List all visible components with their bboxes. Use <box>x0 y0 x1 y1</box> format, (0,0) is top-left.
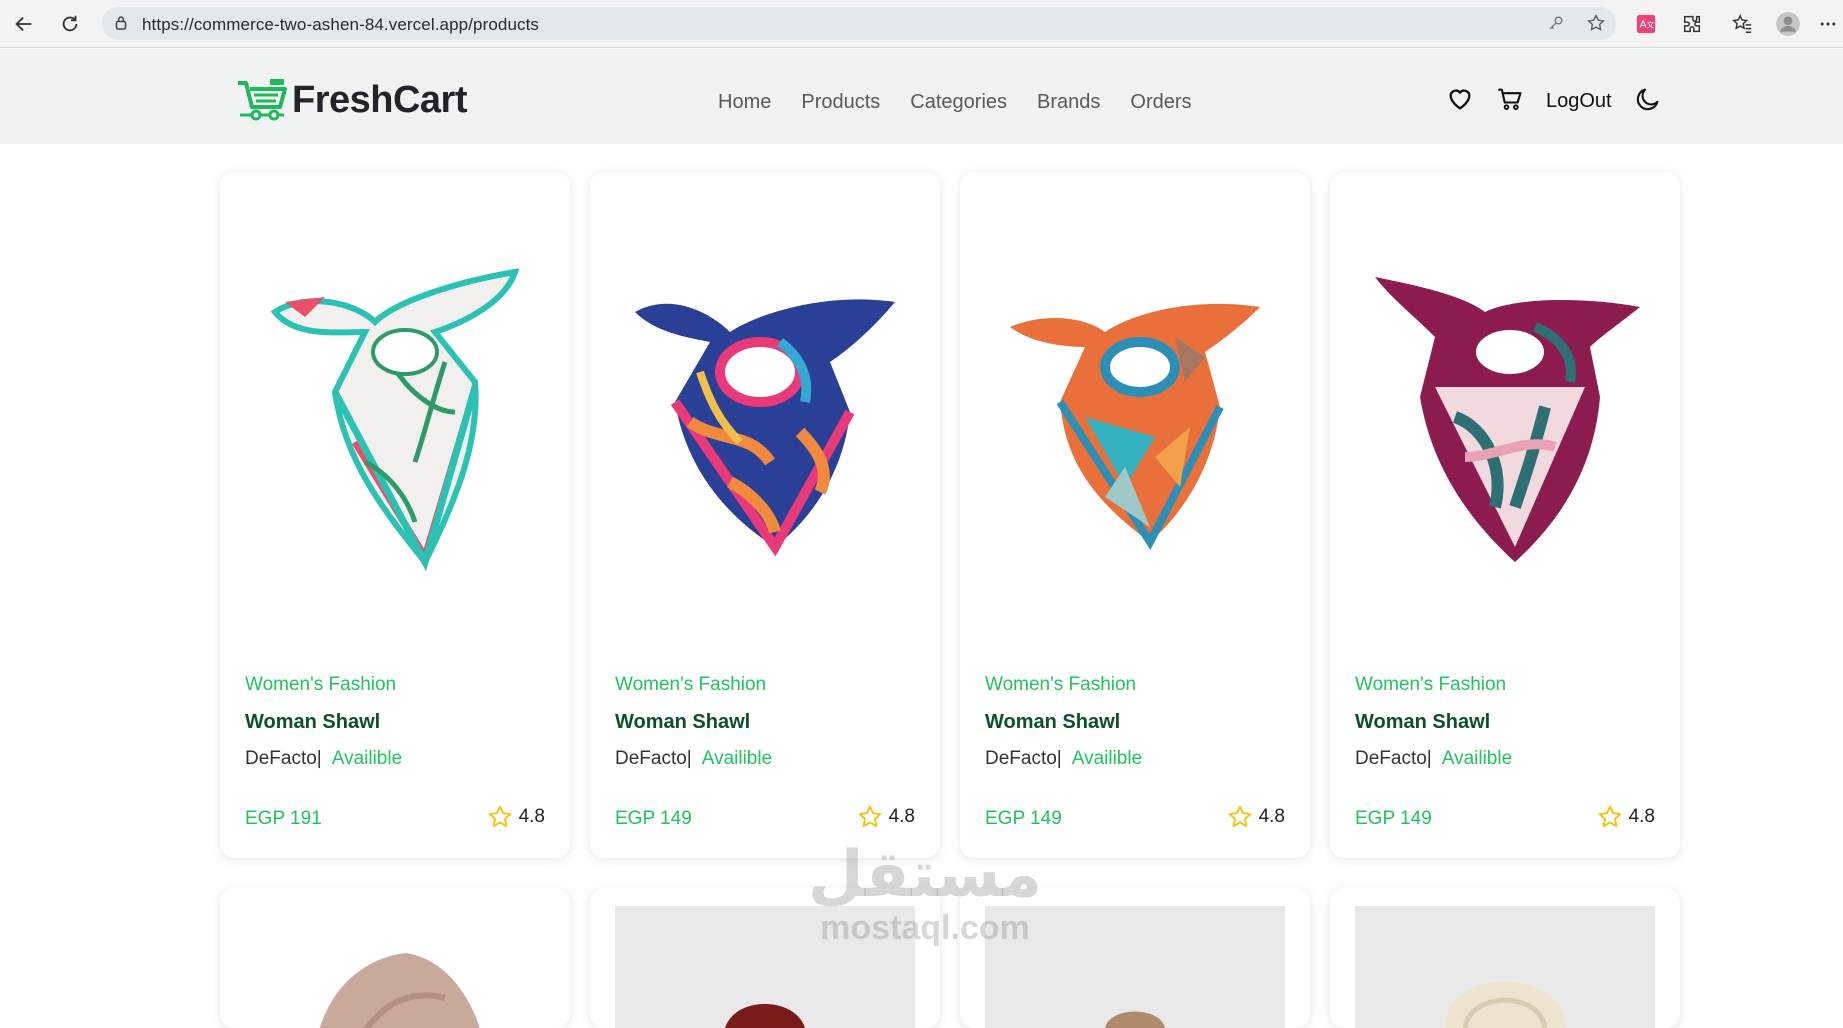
cart-icon[interactable] <box>1496 85 1524 117</box>
star-icon <box>1228 805 1251 827</box>
product-image[interactable] <box>980 202 1290 642</box>
product-brand-row: DeFacto| Availible <box>1355 748 1512 770</box>
product-rating: 4.8 <box>1227 804 1285 830</box>
product-card[interactable]: Women's Fashion Woman Shawl DeFacto| Ava… <box>590 172 940 858</box>
back-arrow-icon[interactable] <box>8 8 40 40</box>
star-icon <box>858 805 881 827</box>
star-icon <box>488 805 511 827</box>
browser-toolbar: https://commerce-two-ashen-84.vercel.app… <box>0 0 1843 48</box>
brand-name[interactable]: FreshCart <box>292 79 468 122</box>
product-card[interactable] <box>1330 888 1680 1028</box>
dark-mode-moon-icon[interactable] <box>1634 85 1662 117</box>
svg-text:A: A <box>1640 20 1647 31</box>
availability-status: Availible <box>1071 748 1143 769</box>
product-image[interactable] <box>985 906 1285 1028</box>
nav-link-brands[interactable]: Brands <box>1037 91 1100 114</box>
product-price: EGP 149 <box>1355 808 1432 829</box>
nav-link-orders[interactable]: Orders <box>1130 91 1191 114</box>
product-image[interactable] <box>615 906 915 1028</box>
rating-value: 4.8 <box>888 806 915 827</box>
product-price: EGP 149 <box>615 808 692 829</box>
bookmark-star-icon[interactable] <box>1586 13 1606 37</box>
product-card[interactable]: Women's Fashion Woman Shawl DeFacto| Ava… <box>1330 172 1680 858</box>
product-brand-row: DeFacto| Availible <box>245 748 402 770</box>
cart-logo-icon <box>238 79 287 121</box>
nav-link-home[interactable]: Home <box>718 91 771 114</box>
product-price: EGP 191 <box>245 808 322 829</box>
product-image[interactable] <box>240 202 550 642</box>
translate-extension-icon[interactable]: A文 <box>1630 8 1662 40</box>
product-brand: DeFacto| <box>245 748 322 769</box>
product-card[interactable] <box>590 888 940 1028</box>
product-title[interactable]: Woman Shawl <box>245 711 380 734</box>
key-icon[interactable] <box>1546 13 1566 37</box>
product-brand: DeFacto| <box>615 748 692 769</box>
product-image[interactable] <box>240 918 550 1028</box>
extensions-puzzle-icon[interactable] <box>1676 8 1708 40</box>
freshcart-logo[interactable]: FreshCart <box>236 77 468 123</box>
product-card[interactable]: Women's Fashion Woman Shawl DeFacto| Ava… <box>960 172 1310 858</box>
logout-link[interactable]: LogOut <box>1546 90 1612 113</box>
product-price: EGP 149 <box>985 808 1062 829</box>
products-grid: Women's Fashion Woman Shawl DeFacto| Ava… <box>220 172 1682 1028</box>
svg-text:文: 文 <box>1647 21 1655 30</box>
product-brand: DeFacto| <box>985 748 1062 769</box>
wishlist-heart-icon[interactable] <box>1446 85 1474 117</box>
nav-link-categories[interactable]: Categories <box>910 91 1007 114</box>
product-title[interactable]: Woman Shawl <box>985 711 1120 734</box>
url-text[interactable]: https://commerce-two-ashen-84.vercel.app… <box>142 15 539 35</box>
favorites-icon[interactable] <box>1726 8 1758 40</box>
product-brand: DeFacto| <box>1355 748 1432 769</box>
profile-avatar-icon[interactable] <box>1772 8 1804 40</box>
product-card[interactable]: Women's Fashion Woman Shawl DeFacto| Ava… <box>220 172 570 858</box>
nav-actions: LogOut <box>1446 85 1662 117</box>
address-bar[interactable]: https://commerce-two-ashen-84.vercel.app… <box>102 7 1616 40</box>
more-menu-icon[interactable] <box>1812 8 1843 40</box>
product-category: Women's Fashion <box>615 674 767 695</box>
product-category: Women's Fashion <box>245 674 397 695</box>
product-title[interactable]: Woman Shawl <box>1355 711 1490 734</box>
product-image[interactable] <box>610 202 920 642</box>
product-card[interactable] <box>220 888 570 1028</box>
availability-status: Availible <box>701 748 773 769</box>
nav-link-products[interactable]: Products <box>801 91 880 114</box>
rating-value: 4.8 <box>518 806 545 827</box>
reload-icon[interactable] <box>54 8 86 40</box>
product-rating: 4.8 <box>1597 804 1655 830</box>
product-category: Women's Fashion <box>985 674 1137 695</box>
product-rating: 4.8 <box>487 804 545 830</box>
product-image[interactable] <box>1355 906 1655 1028</box>
rating-value: 4.8 <box>1258 806 1285 827</box>
rating-value: 4.8 <box>1628 806 1655 827</box>
product-brand-row: DeFacto| Availible <box>615 748 772 770</box>
availability-status: Availible <box>331 748 403 769</box>
product-category: Women's Fashion <box>1355 674 1507 695</box>
product-title[interactable]: Woman Shawl <box>615 711 750 734</box>
product-image[interactable] <box>1350 202 1660 642</box>
star-icon <box>1598 805 1621 827</box>
lock-icon[interactable] <box>112 14 130 36</box>
main-nav-links: Home Products Categories Brands Orders <box>718 91 1192 114</box>
product-brand-row: DeFacto| Availible <box>985 748 1142 770</box>
product-rating: 4.8 <box>857 804 915 830</box>
product-card[interactable] <box>960 888 1310 1028</box>
availability-status: Availible <box>1441 748 1513 769</box>
site-navbar: FreshCart Home Products Categories Brand… <box>0 49 1843 144</box>
